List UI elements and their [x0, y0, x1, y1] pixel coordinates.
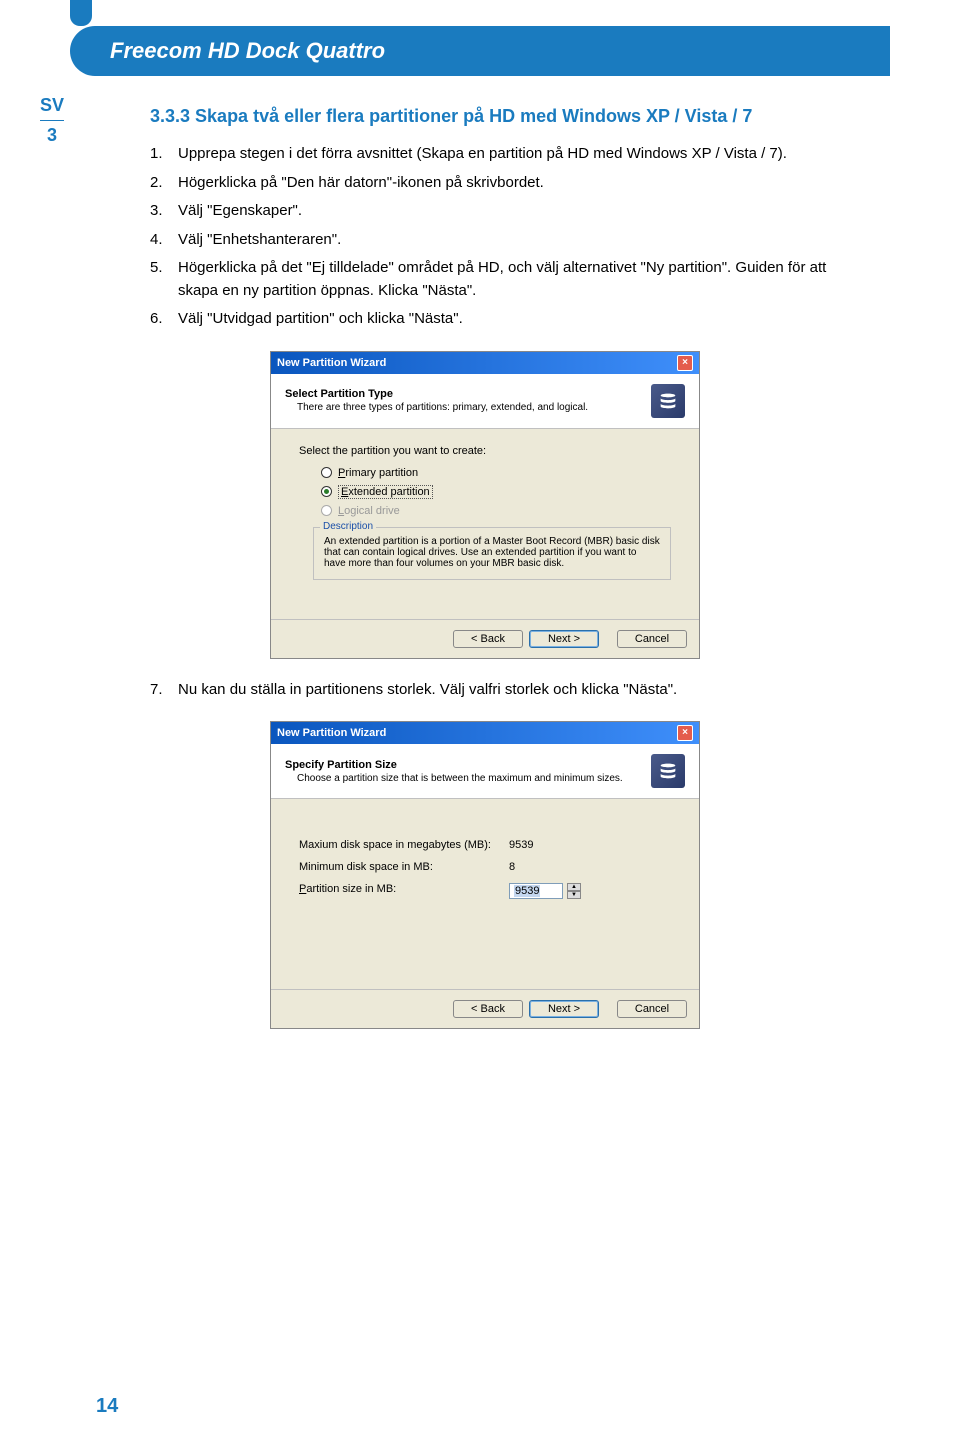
cancel-button[interactable]: Cancel: [617, 630, 687, 648]
spinner-down-icon[interactable]: ▼: [567, 891, 581, 899]
cancel-button[interactable]: Cancel: [617, 1000, 687, 1018]
wizard-header-title: Specify Partition Size: [285, 759, 397, 771]
wizard-footer: < Back Next > Cancel: [271, 619, 699, 658]
step-item: 5.Högerklicka på det "Ej tilldelade" omr…: [150, 257, 870, 302]
header-tab: [70, 0, 92, 26]
wizard-header-sub: Choose a partition size that is between …: [297, 773, 623, 784]
wizard-header-title: Select Partition Type: [285, 388, 393, 400]
description-fieldset: Description An extended partition is a p…: [313, 527, 671, 580]
description-legend: Description: [320, 521, 376, 532]
wizard-body: Maxium disk space in megabytes (MB): 953…: [271, 799, 699, 989]
document-title: Freecom HD Dock Quattro: [110, 38, 385, 64]
max-size-label: Maxium disk space in megabytes (MB):: [299, 839, 509, 851]
spinner-up-icon[interactable]: ▲: [567, 883, 581, 891]
step-item: 6.Välj "Utvidgad partition" och klicka "…: [150, 308, 870, 331]
partition-size-wizard: New Partition Wizard × Specify Partition…: [270, 721, 700, 1029]
max-size-value: 9539: [509, 839, 569, 851]
disk-icon: [651, 754, 685, 788]
partition-size-value: 9539: [514, 885, 540, 897]
radio-primary-partition[interactable]: Primary partition: [321, 467, 671, 479]
content-area: 3.3.3 Skapa två eller flera partitioner …: [150, 106, 870, 1029]
chapter-number: 3: [40, 125, 64, 146]
language-code: SV: [40, 95, 64, 116]
wizard-titlebar: New Partition Wizard ×: [271, 352, 699, 374]
back-button[interactable]: < Back: [453, 630, 523, 648]
wizard-lead-text: Select the partition you want to create:: [299, 445, 671, 457]
step-item: 3.Välj "Egenskaper".: [150, 200, 870, 223]
close-icon[interactable]: ×: [677, 725, 693, 741]
partition-size-input[interactable]: 9539 ▲ ▼: [509, 883, 581, 899]
partition-size-row: Partition size in MB: 9539 ▲ ▼: [299, 883, 671, 899]
min-size-value: 8: [509, 861, 569, 873]
wizard-header: Specify Partition Size Choose a partitio…: [271, 744, 699, 799]
wizard-titlebar: New Partition Wizard ×: [271, 722, 699, 744]
step-item: 1.Upprepa stegen i det förra avsnittet (…: [150, 143, 870, 166]
step-7: 7.Nu kan du ställa in partitionens storl…: [150, 679, 870, 702]
wizard-title-text: New Partition Wizard: [277, 727, 386, 739]
radio-extended-partition[interactable]: Extended partition: [321, 485, 671, 499]
steps-list: 1.Upprepa stegen i det förra avsnittet (…: [150, 143, 870, 331]
min-size-label: Minimum disk space in MB:: [299, 861, 509, 873]
close-icon[interactable]: ×: [677, 355, 693, 371]
wizard-1-container: New Partition Wizard × Select Partition …: [270, 351, 870, 659]
wizard-footer: < Back Next > Cancel: [271, 989, 699, 1028]
side-label: SV 3: [40, 95, 64, 146]
max-size-row: Maxium disk space in megabytes (MB): 953…: [299, 839, 671, 851]
next-button[interactable]: Next >: [529, 1000, 599, 1018]
wizard-title-text: New Partition Wizard: [277, 357, 386, 369]
document-header: Freecom HD Dock Quattro: [70, 26, 890, 76]
page-number: 14: [96, 1395, 118, 1418]
wizard-header-sub: There are three types of partitions: pri…: [297, 402, 588, 413]
radio-label-rest: ogical drive: [344, 505, 400, 517]
radio-logical-drive: Logical drive: [321, 505, 671, 517]
wizard-body: Select the partition you want to create:…: [271, 429, 699, 619]
disk-icon: [651, 384, 685, 418]
description-text: An extended partition is a portion of a …: [324, 536, 660, 569]
back-button[interactable]: < Back: [453, 1000, 523, 1018]
step-item: 7.Nu kan du ställa in partitionens storl…: [150, 679, 870, 702]
step-item: 2.Högerklicka på "Den här datorn"-ikonen…: [150, 172, 870, 195]
next-button[interactable]: Next >: [529, 630, 599, 648]
partition-type-wizard: New Partition Wizard × Select Partition …: [270, 351, 700, 659]
step-item: 4.Välj "Enhetshanteraren".: [150, 229, 870, 252]
radio-label-rest: xtended partition: [348, 486, 429, 498]
partition-size-label: Partition size in MB:: [299, 883, 509, 899]
section-heading: 3.3.3 Skapa två eller flera partitioner …: [150, 106, 870, 127]
wizard-header: Select Partition Type There are three ty…: [271, 374, 699, 429]
radio-label-rest: rimary partition: [345, 467, 418, 479]
wizard-2-container: New Partition Wizard × Specify Partition…: [270, 721, 870, 1029]
min-size-row: Minimum disk space in MB: 8: [299, 861, 671, 873]
